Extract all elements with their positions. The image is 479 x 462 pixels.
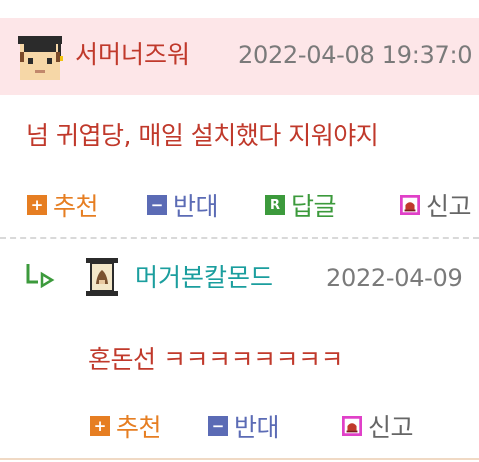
recommend-label: 추천	[53, 192, 99, 221]
reply-author[interactable]: 머거본칼몬드	[135, 258, 273, 294]
report-label: 신고	[426, 192, 472, 221]
oppose-label: 반대	[234, 413, 280, 442]
reply-text: 혼돈선 ㅋㅋㅋㅋㅋㅋㅋㅋ	[88, 345, 343, 374]
reply-timestamp: 2022-04-09	[326, 264, 463, 292]
minus-icon: −	[147, 195, 167, 215]
reply-arrow-icon	[26, 264, 55, 288]
reply-report-button[interactable]: 신고	[342, 408, 414, 444]
oppose-label: 반대	[173, 192, 219, 221]
plus-icon: +	[27, 195, 47, 215]
comment-author[interactable]: 서머너즈워	[75, 35, 190, 71]
plus-icon: +	[90, 416, 110, 436]
reply-label: 답글	[291, 192, 337, 221]
oppose-button[interactable]: − 반대	[147, 187, 219, 223]
scroll-avatar-icon	[86, 258, 118, 296]
comment-divider	[0, 237, 479, 239]
bottom-divider	[0, 458, 479, 460]
reply-button[interactable]: R 답글	[265, 187, 337, 223]
recommend-button[interactable]: + 추천	[27, 187, 99, 223]
report-label: 신고	[368, 413, 414, 442]
recommend-label: 추천	[116, 413, 162, 442]
siren-icon	[342, 416, 362, 436]
reply-oppose-button[interactable]: − 반대	[208, 408, 280, 444]
graduate-avatar-icon	[18, 36, 63, 80]
siren-icon	[400, 195, 420, 215]
minus-icon: −	[208, 416, 228, 436]
reply-recommend-button[interactable]: + 추천	[90, 408, 162, 444]
reply-r-icon: R	[265, 195, 285, 215]
report-button[interactable]: 신고	[400, 187, 472, 223]
comment-timestamp: 2022-04-08 19:37:0	[238, 41, 473, 69]
comment-text: 넘 귀엽당, 매일 설치했다 지워야지	[26, 121, 379, 150]
